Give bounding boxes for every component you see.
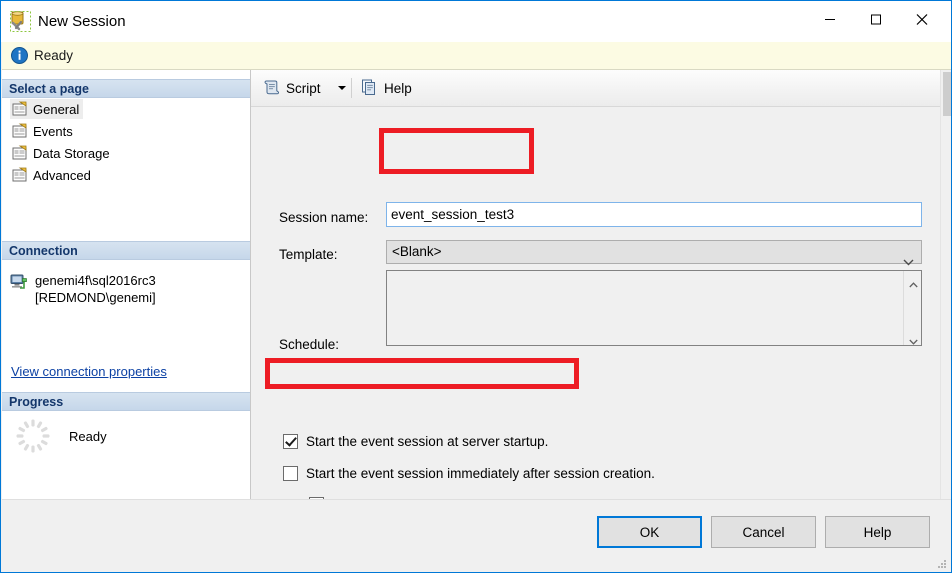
sidebar-item-advanced[interactable]: Advanced <box>10 165 95 185</box>
session-name-label: Session name: <box>279 210 369 225</box>
content-pane: Script Help Session name: event_session_… <box>251 70 951 499</box>
info-icon <box>11 47 28 64</box>
template-dropdown[interactable]: <Blank> <box>386 240 922 266</box>
template-label: Template: <box>279 247 338 262</box>
server-connection-icon <box>10 273 28 291</box>
script-icon <box>263 78 281 99</box>
progress-header: Progress <box>2 392 250 411</box>
dialog-button-bar: OK Cancel Help <box>2 499 951 572</box>
page-icon <box>12 167 28 183</box>
progress-text: Ready <box>69 428 107 444</box>
scroll-up-arrow-icon[interactable] <box>904 271 921 288</box>
close-icon <box>916 14 928 29</box>
chevron-down-icon <box>903 251 914 266</box>
select-a-page-header: Select a page <box>2 79 250 98</box>
page-icon <box>12 101 28 117</box>
sidebar-item-data-storage[interactable]: Data Storage <box>10 143 114 163</box>
description-scrollbar[interactable] <box>903 271 921 345</box>
content-vertical-scrollbar[interactable] <box>940 70 951 499</box>
checkbox-start-at-server-startup[interactable]: Start the event session at server startu… <box>283 434 548 449</box>
close-button[interactable] <box>899 1 945 41</box>
sidebar-item-label: General <box>33 101 80 117</box>
content-toolbar: Script Help <box>251 70 951 107</box>
resize-grip-icon[interactable] <box>936 558 948 570</box>
sidebar-item-label: Advanced <box>33 167 91 183</box>
new-session-icon <box>10 11 31 32</box>
sidebar-item-label: Data Storage <box>33 145 110 161</box>
scroll-down-arrow-icon[interactable] <box>904 328 921 345</box>
sidebar-item-label: Events <box>33 123 73 139</box>
window-title: New Session <box>38 13 126 30</box>
template-description-box <box>386 270 922 346</box>
ok-button[interactable]: OK <box>597 516 702 548</box>
help-button[interactable]: Help <box>825 516 930 548</box>
new-session-dialog: New Session Ready Select a page General … <box>0 0 952 573</box>
connection-user: [REDMOND\genemi] <box>35 290 156 305</box>
page-icon <box>12 145 28 161</box>
session-name-input[interactable] <box>386 202 922 227</box>
schedule-label: Schedule: <box>279 337 340 352</box>
status-info-bar: Ready <box>2 42 951 70</box>
checkbox-label: Start the event session immediately afte… <box>306 466 655 481</box>
page-icon <box>12 123 28 139</box>
connection-header: Connection <box>2 241 250 260</box>
help-toolbar-label: Help <box>384 80 412 96</box>
script-button-label: Script <box>286 80 321 96</box>
maximize-button[interactable] <box>853 1 899 41</box>
sidebar-item-general[interactable]: General <box>10 99 84 119</box>
connection-server: genemi4f\sql2016rc3 <box>35 273 156 288</box>
sidebar-item-events[interactable]: Events <box>10 121 77 141</box>
help-icon <box>361 78 379 99</box>
left-navigation-pane: Select a page General Events Data Storag… <box>2 70 251 499</box>
title-bar: New Session <box>1 1 951 42</box>
progress-status: Ready <box>15 418 107 454</box>
checkbox-icon[interactable] <box>283 466 298 481</box>
help-toolbar-button[interactable]: Help <box>357 76 416 100</box>
checkbox-label: Start the event session at server startu… <box>306 434 549 449</box>
checkbox-start-immediately[interactable]: Start the event session immediately afte… <box>283 466 655 481</box>
template-selected-value: <Blank> <box>392 244 442 259</box>
info-bar-text: Ready <box>34 48 74 63</box>
scrollbar-thumb[interactable] <box>943 72 951 116</box>
progress-spinner-icon <box>15 418 51 454</box>
toolbar-separator <box>351 78 352 98</box>
connection-info: genemi4f\sql2016rc3 [REDMOND\genemi] <box>10 272 156 306</box>
chevron-down-icon <box>338 86 346 90</box>
checkbox-icon[interactable] <box>283 434 298 449</box>
minimize-button[interactable] <box>807 1 853 41</box>
connection-text: genemi4f\sql2016rc3 [REDMOND\genemi] <box>35 272 156 306</box>
view-connection-properties-link[interactable]: View connection properties <box>11 364 167 379</box>
script-button[interactable]: Script <box>259 76 325 100</box>
cancel-button[interactable]: Cancel <box>711 516 816 548</box>
minimize-icon <box>824 14 836 29</box>
maximize-icon <box>870 14 882 29</box>
